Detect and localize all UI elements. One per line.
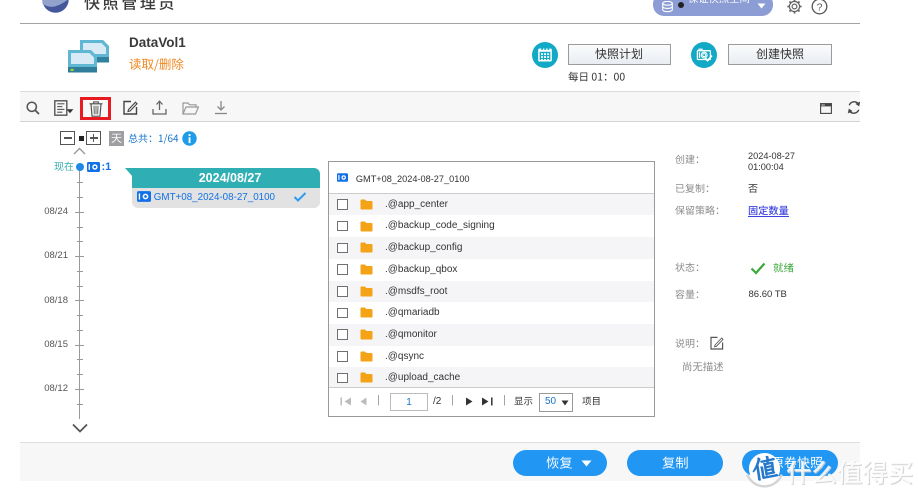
svg-text:?: ? bbox=[817, 2, 823, 14]
